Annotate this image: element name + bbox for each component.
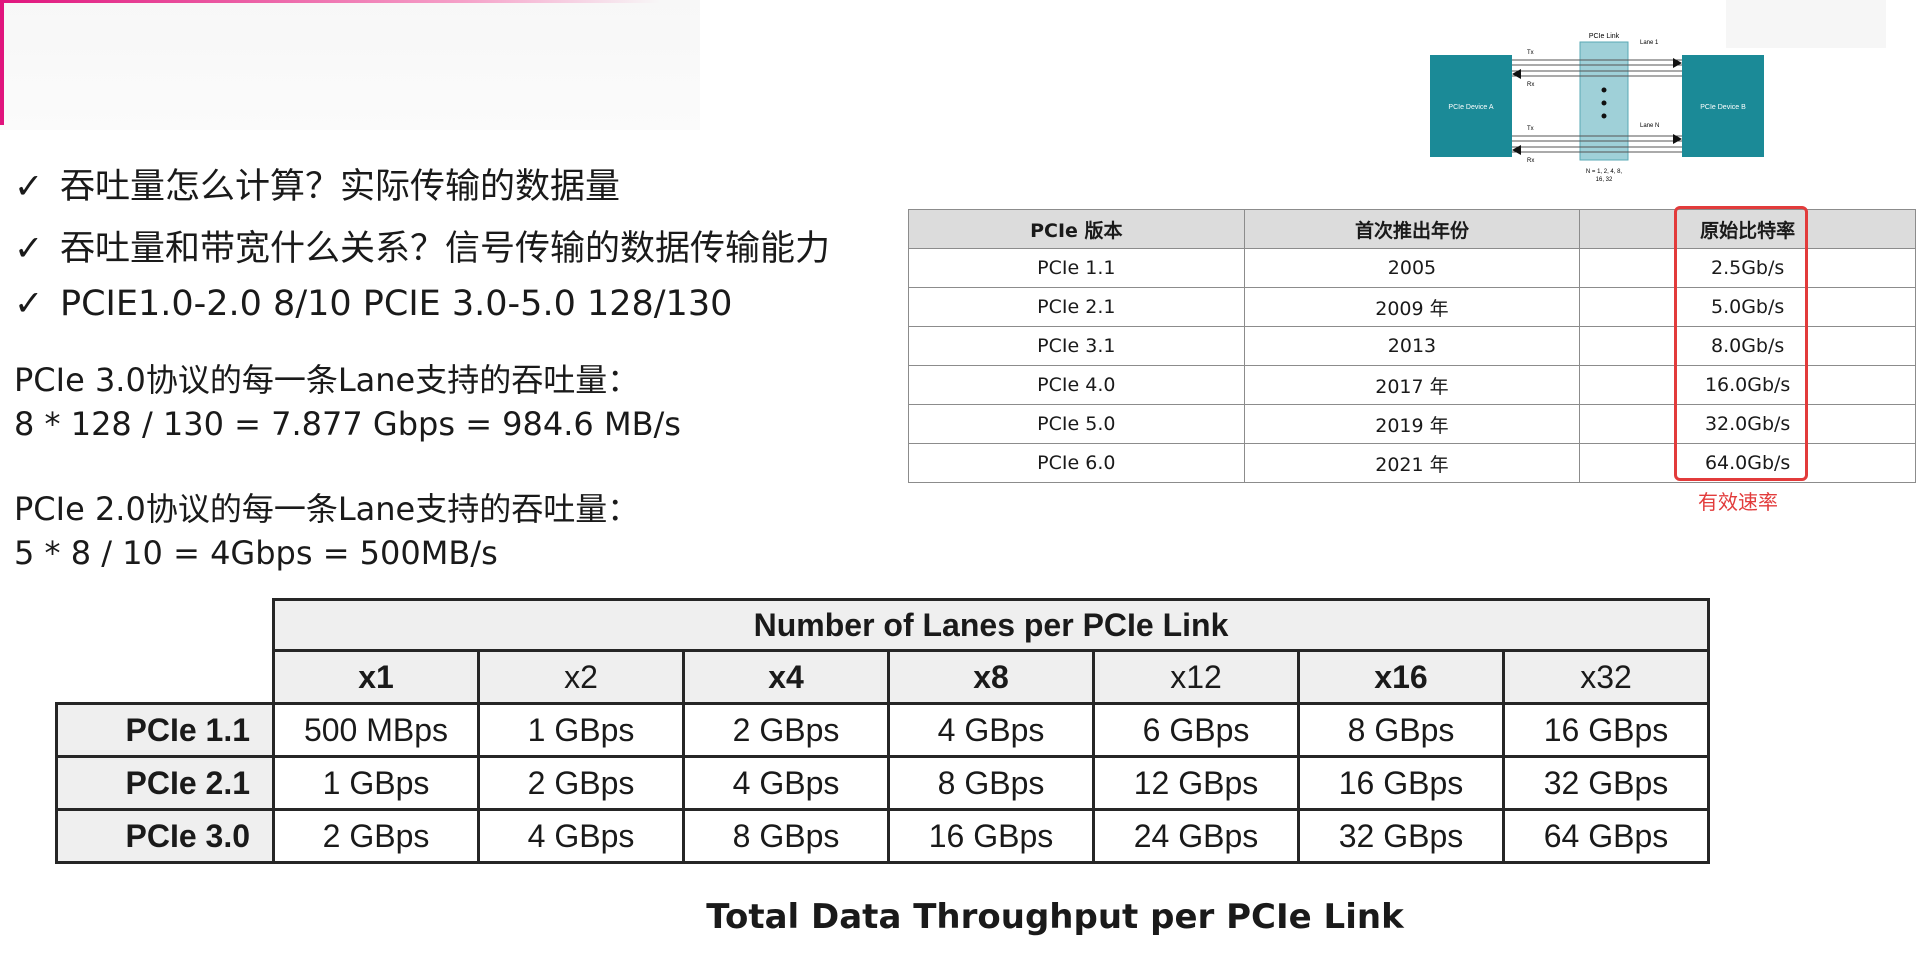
lanes-table-caption: Total Data Throughput per PCIe Link (706, 897, 1404, 937)
pcie3-throughput-formula: 8 * 128 / 130 = 7.877 Gbps = 984.6 MB/s (14, 405, 681, 443)
n-values-label: N = 1, 2, 4, 8, (1586, 169, 1623, 175)
lane-n-label: Lane N (1640, 123, 1659, 129)
throughput-cell: 2 GBps (682, 702, 890, 758)
row-header: PCIe 3.0 (55, 808, 275, 864)
tx-label: Tx (1527, 126, 1534, 132)
cell-version: PCIe 6.0 (908, 443, 1245, 483)
lane-1-label: Lane 1 (1640, 40, 1659, 46)
pcie2-throughput-title: PCIe 2.0协议的每一条Lane支持的吞吐量： (14, 490, 640, 528)
throughput-cell: 8 GBps (1297, 702, 1505, 758)
pcie3-throughput-title: PCIe 3.0协议的每一条Lane支持的吞吐量： (14, 361, 640, 399)
pcie-link-diagram: PCIe Device A PCIe Device B PCIe Link Tx… (1430, 33, 1764, 183)
cell-year: 2005 (1243, 248, 1581, 288)
cell-version: PCIe 3.1 (908, 326, 1245, 366)
throughput-cell: 24 GBps (1092, 808, 1300, 864)
pcie2-throughput-formula: 5 * 8 / 10 = 4Gbps = 500MB/s (14, 534, 498, 572)
throughput-cell: 8 GBps (887, 755, 1095, 811)
table-title-row: Number of Lanes per PCIe Link (57, 598, 1710, 652)
empty-corner (57, 651, 274, 704)
raw-bitrate-highlight (1674, 206, 1808, 481)
bullet-item: ✓ 吞吐量怎么计算？实际传输的数据量 (14, 158, 620, 209)
row-header: PCIe 2.1 (55, 755, 275, 811)
check-icon: ✓ (14, 167, 44, 207)
lane-header: x8 (887, 649, 1095, 705)
throughput-cell: 2 GBps (272, 808, 480, 864)
device-b-label: PCIe Device B (1700, 104, 1746, 111)
throughput-cell: 32 GBps (1297, 808, 1505, 864)
lane-header: x2 (477, 649, 685, 705)
lane-header: x16 (1297, 649, 1505, 705)
cell-version: PCIe 4.0 (908, 365, 1245, 405)
cell-year: 2017 年 (1243, 365, 1581, 405)
throughput-cell: 64 GBps (1502, 808, 1710, 864)
lane-header: x12 (1092, 649, 1300, 705)
cell-version: PCIe 5.0 (908, 404, 1245, 444)
bullet-text: PCIE1.0-2.0 8/10 PCIE 3.0-5.0 128/130 (60, 284, 733, 324)
ellipsis-dot (1601, 100, 1607, 106)
throughput-cell: 2 GBps (477, 755, 685, 811)
throughput-cell: 1 GBps (477, 702, 685, 758)
link-label: PCIe Link (1589, 33, 1620, 40)
check-icon: ✓ (14, 284, 44, 324)
ellipsis-dot (1601, 113, 1607, 119)
empty-corner (57, 600, 274, 651)
table-row: PCIe 1.1 500 MBps 1 GBps 2 GBps 4 GBps 6… (55, 702, 1710, 758)
device-a-label: PCIe Device A (1448, 104, 1493, 111)
throughput-cell: 12 GBps (1092, 755, 1300, 811)
header-version: PCIe 版本 (908, 209, 1245, 249)
throughput-cell: 4 GBps (887, 702, 1095, 758)
throughput-cell: 1 GBps (272, 755, 480, 811)
n-values-label: 16, 32 (1596, 177, 1613, 183)
cell-year: 2009 年 (1243, 287, 1581, 327)
lane-header: x32 (1502, 649, 1710, 705)
cell-year: 2021 年 (1243, 443, 1581, 483)
table-row: PCIe 3.0 2 GBps 4 GBps 8 GBps 16 GBps 24… (55, 808, 1710, 864)
check-icon: ✓ (14, 229, 44, 269)
table-row: PCIe 2.1 1 GBps 2 GBps 4 GBps 8 GBps 12 … (55, 755, 1710, 811)
throughput-cell: 500 MBps (272, 702, 480, 758)
cell-year: 2019 年 (1243, 404, 1581, 444)
cell-year: 2013 (1243, 326, 1581, 366)
throughput-cell: 8 GBps (682, 808, 890, 864)
ellipsis-dot (1601, 87, 1607, 93)
bullet-text: 吞吐量怎么计算？实际传输的数据量 (60, 167, 621, 207)
throughput-cell: 6 GBps (1092, 702, 1300, 758)
lanes-throughput-table: Number of Lanes per PCIe Link x1 x2 x4 x… (55, 598, 1710, 864)
rx-label: Rx (1527, 158, 1534, 164)
throughput-cell: 4 GBps (682, 755, 890, 811)
title-accent-bar (0, 0, 700, 130)
throughput-cell: 4 GBps (477, 808, 685, 864)
lane-header: x4 (682, 649, 890, 705)
throughput-cell: 32 GBps (1502, 755, 1710, 811)
header-year: 首次推出年份 (1243, 209, 1581, 249)
lanes-header-row: x1 x2 x4 x8 x12 x16 x32 (57, 649, 1710, 705)
tx-label: Tx (1527, 50, 1534, 56)
cell-version: PCIe 2.1 (908, 287, 1245, 327)
bullet-item: ✓ PCIE1.0-2.0 8/10 PCIE 3.0-5.0 128/130 (14, 284, 732, 324)
throughput-cell: 16 GBps (1502, 702, 1710, 758)
effective-rate-annotation: 有效速率 (1698, 490, 1778, 514)
bullet-item: ✓ 吞吐量和带宽什么关系？信号传输的数据传输能力 (14, 220, 830, 271)
rx-label: Rx (1527, 82, 1534, 88)
throughput-cell: 16 GBps (1297, 755, 1505, 811)
cell-version: PCIe 1.1 (908, 248, 1245, 288)
bullet-text: 吞吐量和带宽什么关系？信号传输的数据传输能力 (60, 229, 831, 269)
lane-header: x1 (272, 649, 480, 705)
throughput-cell: 16 GBps (887, 808, 1095, 864)
row-header: PCIe 1.1 (55, 702, 275, 758)
lanes-table-title: Number of Lanes per PCIe Link (272, 598, 1710, 652)
